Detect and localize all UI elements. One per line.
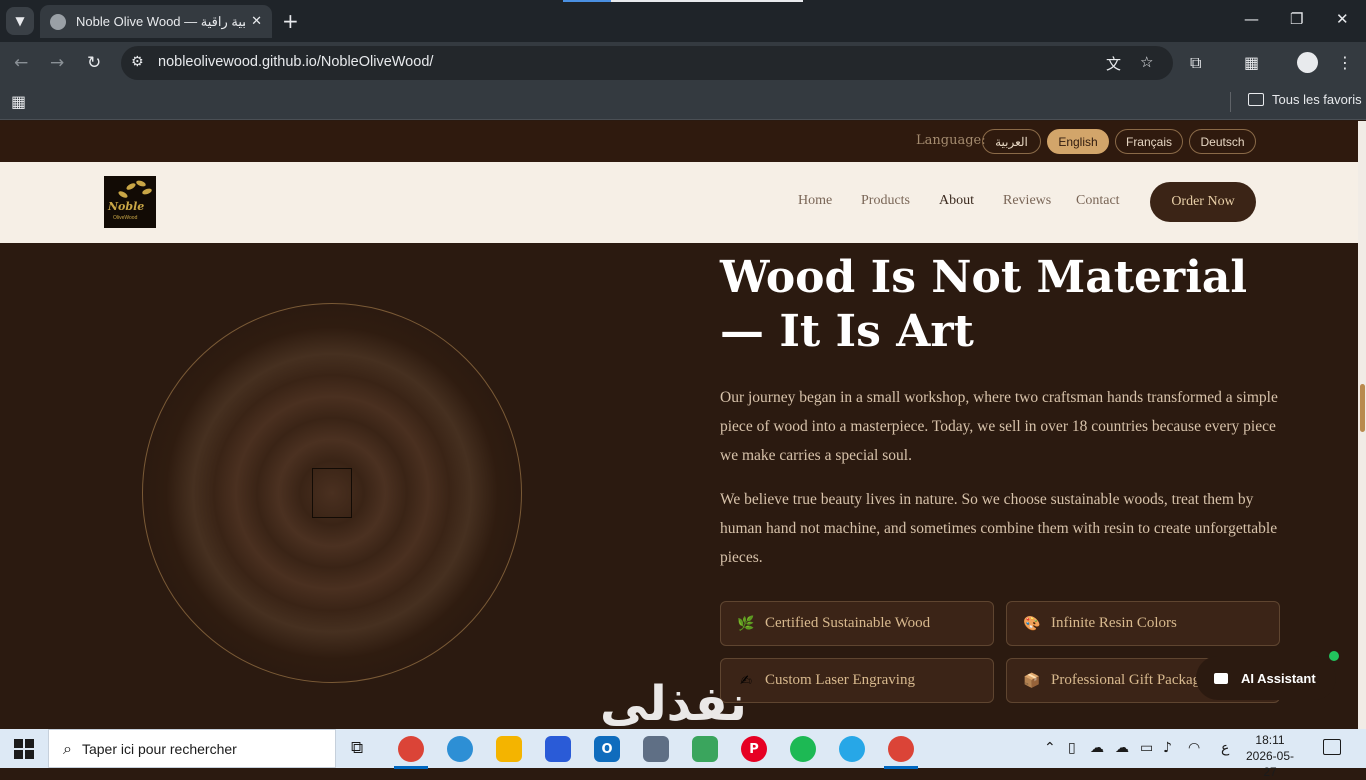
spotify-app-icon[interactable] (790, 736, 816, 762)
outlook-app-icon[interactable]: O (594, 736, 620, 762)
feature-label: Professional Gift Packaging (1051, 672, 1220, 688)
nav-link-products[interactable]: Products (861, 193, 910, 209)
new-tab-button[interactable]: + (282, 9, 299, 33)
bookmarks-bar: ▦ Tous les favoris (0, 84, 1366, 120)
logo-subtext: OliveWood (113, 215, 138, 221)
telegram-app-icon[interactable] (839, 736, 865, 762)
device-icon[interactable]: ▯ (1068, 740, 1076, 756)
qr-icon[interactable]: ▦ (1244, 53, 1259, 72)
ai-assistant-label: AI Assistant (1241, 670, 1316, 686)
site-navbar: Noble OliveWood Home Products About Revi… (0, 162, 1358, 243)
keyboard-language[interactable]: ع (1221, 740, 1229, 756)
clock-date: 2026-05-27 (1245, 749, 1295, 779)
sheets-app-icon[interactable] (692, 736, 718, 762)
apps-grid-icon[interactable]: ▦ (11, 92, 26, 111)
chat-icon (1214, 672, 1228, 684)
nav-link-reviews[interactable]: Reviews (1003, 193, 1051, 209)
pinterest-app-icon[interactable]: P (741, 736, 767, 762)
url-text[interactable]: nobleolivewood.github.io/NobleOliveWood/ (158, 54, 433, 70)
browser-tabbar: ▼ Noble Olive Wood — خشبية راقية ✕ + — ❐… (0, 0, 1366, 42)
notification-icon[interactable] (1323, 739, 1341, 755)
globe-icon (50, 13, 66, 30)
taskbar-clock[interactable]: 18:11 2026-05-27 (1240, 732, 1300, 780)
palette-icon: 🎨 (1023, 615, 1041, 632)
gift-icon: 📦 (1023, 672, 1041, 689)
restore-icon[interactable]: ❐ (1290, 10, 1303, 28)
about-paragraph-1: Our journey began in a small workshop, w… (720, 389, 1278, 464)
image-placeholder (312, 468, 352, 518)
battery-icon[interactable]: ▭ (1140, 740, 1153, 756)
feature-card: 🎨 Infinite Resin Colors (1006, 601, 1280, 646)
search-placeholder: Taper ici pour rechercher (81, 740, 237, 757)
menu-icon[interactable]: ⋮ (1337, 53, 1353, 72)
hero-title: Wood Is Not Material — It Is Art (720, 252, 1248, 357)
ai-assistant-button[interactable]: AI Assistant (1196, 656, 1336, 700)
wifi-icon[interactable]: ◠ (1188, 740, 1200, 756)
folder-icon (1248, 93, 1264, 106)
reload-icon[interactable]: ↻ (87, 53, 101, 73)
language-bar: Language: العربية English Français Deuts… (0, 121, 1358, 162)
lang-button-french[interactable]: Français (1115, 129, 1183, 154)
bookmarks-folder-label: Tous les favoris (1272, 92, 1362, 107)
close-window-icon[interactable]: ✕ (1336, 10, 1349, 28)
browser-toolbar: ← → ↻ ⚙ nobleolivewood.github.io/NobleOl… (0, 42, 1366, 84)
feature-card: ✍ Custom Laser Engraving (720, 658, 994, 703)
tab-title: Noble Olive Wood — خشبية راقية (76, 13, 246, 29)
browser-tab[interactable]: Noble Olive Wood — خشبية راقية ✕ (40, 5, 272, 38)
site-logo[interactable]: Noble OliveWood (104, 176, 156, 228)
edge-app-icon[interactable] (447, 736, 473, 762)
windows-taskbar: ⌕ Taper ici pour rechercher ⧉ O P ⌃ ▯ ☁ … (0, 729, 1366, 779)
translate-icon[interactable]: 文 (1106, 53, 1121, 74)
logo-text: Noble (108, 200, 145, 213)
snipping-tool-icon[interactable] (643, 736, 669, 762)
address-bar[interactable]: ⚙ nobleolivewood.github.io/NobleOliveWoo… (121, 46, 1173, 80)
minimize-icon[interactable]: — (1244, 10, 1259, 28)
network-off-icon[interactable]: ☁ (1090, 740, 1104, 756)
feature-card: 🌿 Certified Sustainable Wood (720, 601, 994, 646)
taskbar-search[interactable]: ⌕ Taper ici pour rechercher (48, 729, 336, 768)
task-view-icon[interactable]: ⧉ (351, 738, 363, 758)
leaf-icon: 🌿 (737, 615, 755, 632)
bookmarks-divider (1230, 92, 1231, 112)
lang-button-german[interactable]: Deutsch (1189, 129, 1256, 154)
nav-link-contact[interactable]: Contact (1076, 193, 1120, 209)
nav-link-home[interactable]: Home (798, 193, 832, 209)
back-icon[interactable]: ← (14, 53, 28, 73)
web-page: Language: العربية English Français Deuts… (0, 121, 1358, 729)
scrollbar-thumb[interactable] (1360, 384, 1365, 432)
site-info-icon[interactable]: ⚙ (131, 54, 144, 70)
feature-label: Certified Sustainable Wood (765, 615, 931, 631)
online-status-dot (1329, 651, 1339, 661)
search-icon: ⌕ (63, 738, 72, 758)
forward-icon[interactable]: → (50, 53, 64, 73)
nav-link-about[interactable]: About (939, 193, 974, 209)
windows-start-icon[interactable] (14, 739, 34, 759)
store-app-icon[interactable] (545, 736, 571, 762)
language-label: Language: (916, 133, 986, 148)
lang-button-english[interactable]: English (1047, 129, 1109, 154)
profile-avatar[interactable] (1297, 52, 1318, 73)
feature-label: Infinite Resin Colors (1051, 615, 1177, 631)
chevron-up-icon[interactable]: ⌃ (1044, 740, 1056, 756)
file-explorer-icon[interactable] (496, 736, 522, 762)
about-paragraph-2: We believe true beauty lives in nature. … (720, 491, 1278, 566)
chrome-app-icon[interactable] (394, 736, 428, 769)
extensions-icon[interactable]: ⧉ (1190, 53, 1201, 73)
chevron-down-icon: ▼ (15, 14, 25, 28)
feature-label: Custom Laser Engraving (765, 672, 915, 688)
star-icon[interactable]: ☆ (1140, 53, 1153, 71)
chrome-profile-app-icon[interactable] (884, 736, 918, 769)
close-icon[interactable]: ✕ (251, 14, 262, 29)
watermark-text: نفذلى (600, 676, 747, 729)
all-bookmarks-folder[interactable]: Tous les favoris (1248, 92, 1362, 107)
order-now-button[interactable]: Order Now (1150, 182, 1256, 222)
tab-search-button[interactable]: ▼ (6, 7, 34, 35)
speaker-icon[interactable]: ♪ (1163, 740, 1172, 756)
loading-indicator (563, 0, 803, 2)
lang-button-arabic[interactable]: العربية (982, 129, 1041, 154)
onedrive-icon[interactable]: ☁ (1115, 740, 1129, 756)
clock-time: 18:11 (1255, 733, 1285, 747)
